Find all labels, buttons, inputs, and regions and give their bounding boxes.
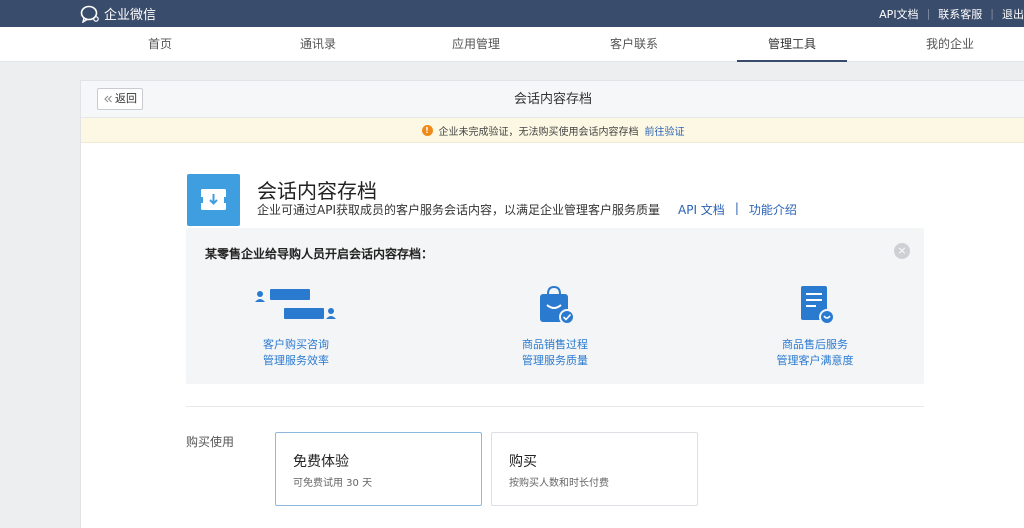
verification-warning: ! 企业未完成验证，无法购买使用会话内容存档 前往验证 bbox=[81, 118, 1024, 143]
page-title: 会话内容存档 bbox=[513, 92, 592, 107]
plan-description: 按购买人数和时长付费 bbox=[509, 478, 609, 489]
scenario-item: 客户购买咨询 管理服务效率 bbox=[196, 283, 396, 369]
scenario-line1: 客户购买咨询 bbox=[263, 338, 329, 351]
scenario-line2: 管理服务效率 bbox=[263, 354, 329, 367]
tab-management-tools[interactable]: 管理工具 bbox=[737, 27, 847, 62]
api-docs-link[interactable]: API文档 bbox=[879, 6, 918, 22]
back-button[interactable]: 返回 bbox=[97, 88, 143, 110]
brand[interactable]: 企业微信 bbox=[80, 4, 156, 23]
api-docs-feature-link[interactable]: API 文档 bbox=[678, 201, 725, 218]
feature-intro-link[interactable]: 功能介绍 bbox=[749, 201, 797, 218]
scenario-item: 商品售后服务 管理客户满意度 bbox=[715, 283, 915, 369]
contact-support-link[interactable]: 联系客服 bbox=[938, 6, 982, 22]
tab-home[interactable]: 首页 bbox=[105, 27, 215, 62]
purchase-label: 购买使用 bbox=[186, 435, 235, 449]
section-divider bbox=[186, 406, 924, 407]
free-trial-option[interactable]: 免费体验 可免费试用 30 天 bbox=[275, 432, 482, 506]
close-circle-icon[interactable]: × bbox=[894, 243, 910, 259]
tab-contacts[interactable]: 通讯录 bbox=[263, 27, 373, 62]
purchase-option[interactable]: 购买 按购买人数和时长付费 bbox=[491, 432, 698, 506]
document-smile-icon bbox=[801, 286, 835, 325]
tab-app-management[interactable]: 应用管理 bbox=[421, 27, 531, 62]
chat-bubbles-icon bbox=[255, 289, 336, 319]
plan-name: 购买 bbox=[509, 454, 537, 470]
main-nav: 首页 通讯录 应用管理 客户联系 管理工具 我的企业 bbox=[0, 27, 1024, 62]
scenario-line1: 商品售后服务 bbox=[782, 338, 848, 351]
logout-link[interactable]: 退出 bbox=[1002, 6, 1024, 22]
top-bar: 企业微信 API文档 | 联系客服 | 退出 bbox=[0, 0, 1024, 27]
tab-customer-contact[interactable]: 客户联系 bbox=[579, 27, 689, 62]
plan-description: 可免费试用 30 天 bbox=[293, 478, 373, 489]
scenario-line1: 商品销售过程 bbox=[522, 338, 588, 351]
archive-app-icon bbox=[187, 174, 240, 226]
demo-title: 某零售企业给导购人员开启会话内容存档： bbox=[205, 247, 434, 261]
demo-scenarios-box: 某零售企业给导购人员开启会话内容存档： × 客户购买咨询 管理服务效率 商品销售… bbox=[186, 228, 924, 384]
feature-description: 企业可通过API获取成员的客户服务会话内容，以满足企业管理客户服务质量 bbox=[257, 203, 660, 217]
divider: | bbox=[926, 7, 931, 20]
shopping-bag-check-icon bbox=[540, 285, 575, 325]
link-separator: | bbox=[734, 201, 739, 215]
top-links: API文档 | 联系客服 | 退出 bbox=[879, 0, 1024, 27]
tab-my-enterprise[interactable]: 我的企业 bbox=[895, 27, 1005, 62]
back-button-label: 返回 bbox=[115, 92, 137, 105]
wecom-logo-icon bbox=[80, 5, 99, 23]
divider: | bbox=[990, 7, 994, 20]
plan-name: 免费体验 bbox=[293, 454, 349, 470]
verify-link[interactable]: 前往验证 bbox=[645, 123, 685, 138]
warning-text: 企业未完成验证，无法购买使用会话内容存档 bbox=[438, 126, 639, 138]
scenario-line2: 管理客户满意度 bbox=[776, 354, 854, 367]
warning-icon: ! bbox=[421, 124, 433, 136]
panel-header: 会话内容存档 返回 bbox=[81, 81, 1024, 118]
scenario-item: 商品销售过程 管理服务质量 bbox=[455, 283, 655, 369]
content-panel: 会话内容存档 返回 ! 企业未完成验证，无法购买使用会话内容存档 前往验证 会话… bbox=[80, 80, 1024, 528]
double-chevron-left-icon bbox=[104, 95, 112, 103]
brand-name: 企业微信 bbox=[104, 8, 157, 23]
feature-title: 会话内容存档 bbox=[257, 179, 377, 203]
feature-description-row: 企业可通过API获取成员的客户服务会话内容，以满足企业管理客户服务质量 API … bbox=[257, 201, 797, 218]
scenario-line2: 管理服务质量 bbox=[522, 354, 588, 367]
